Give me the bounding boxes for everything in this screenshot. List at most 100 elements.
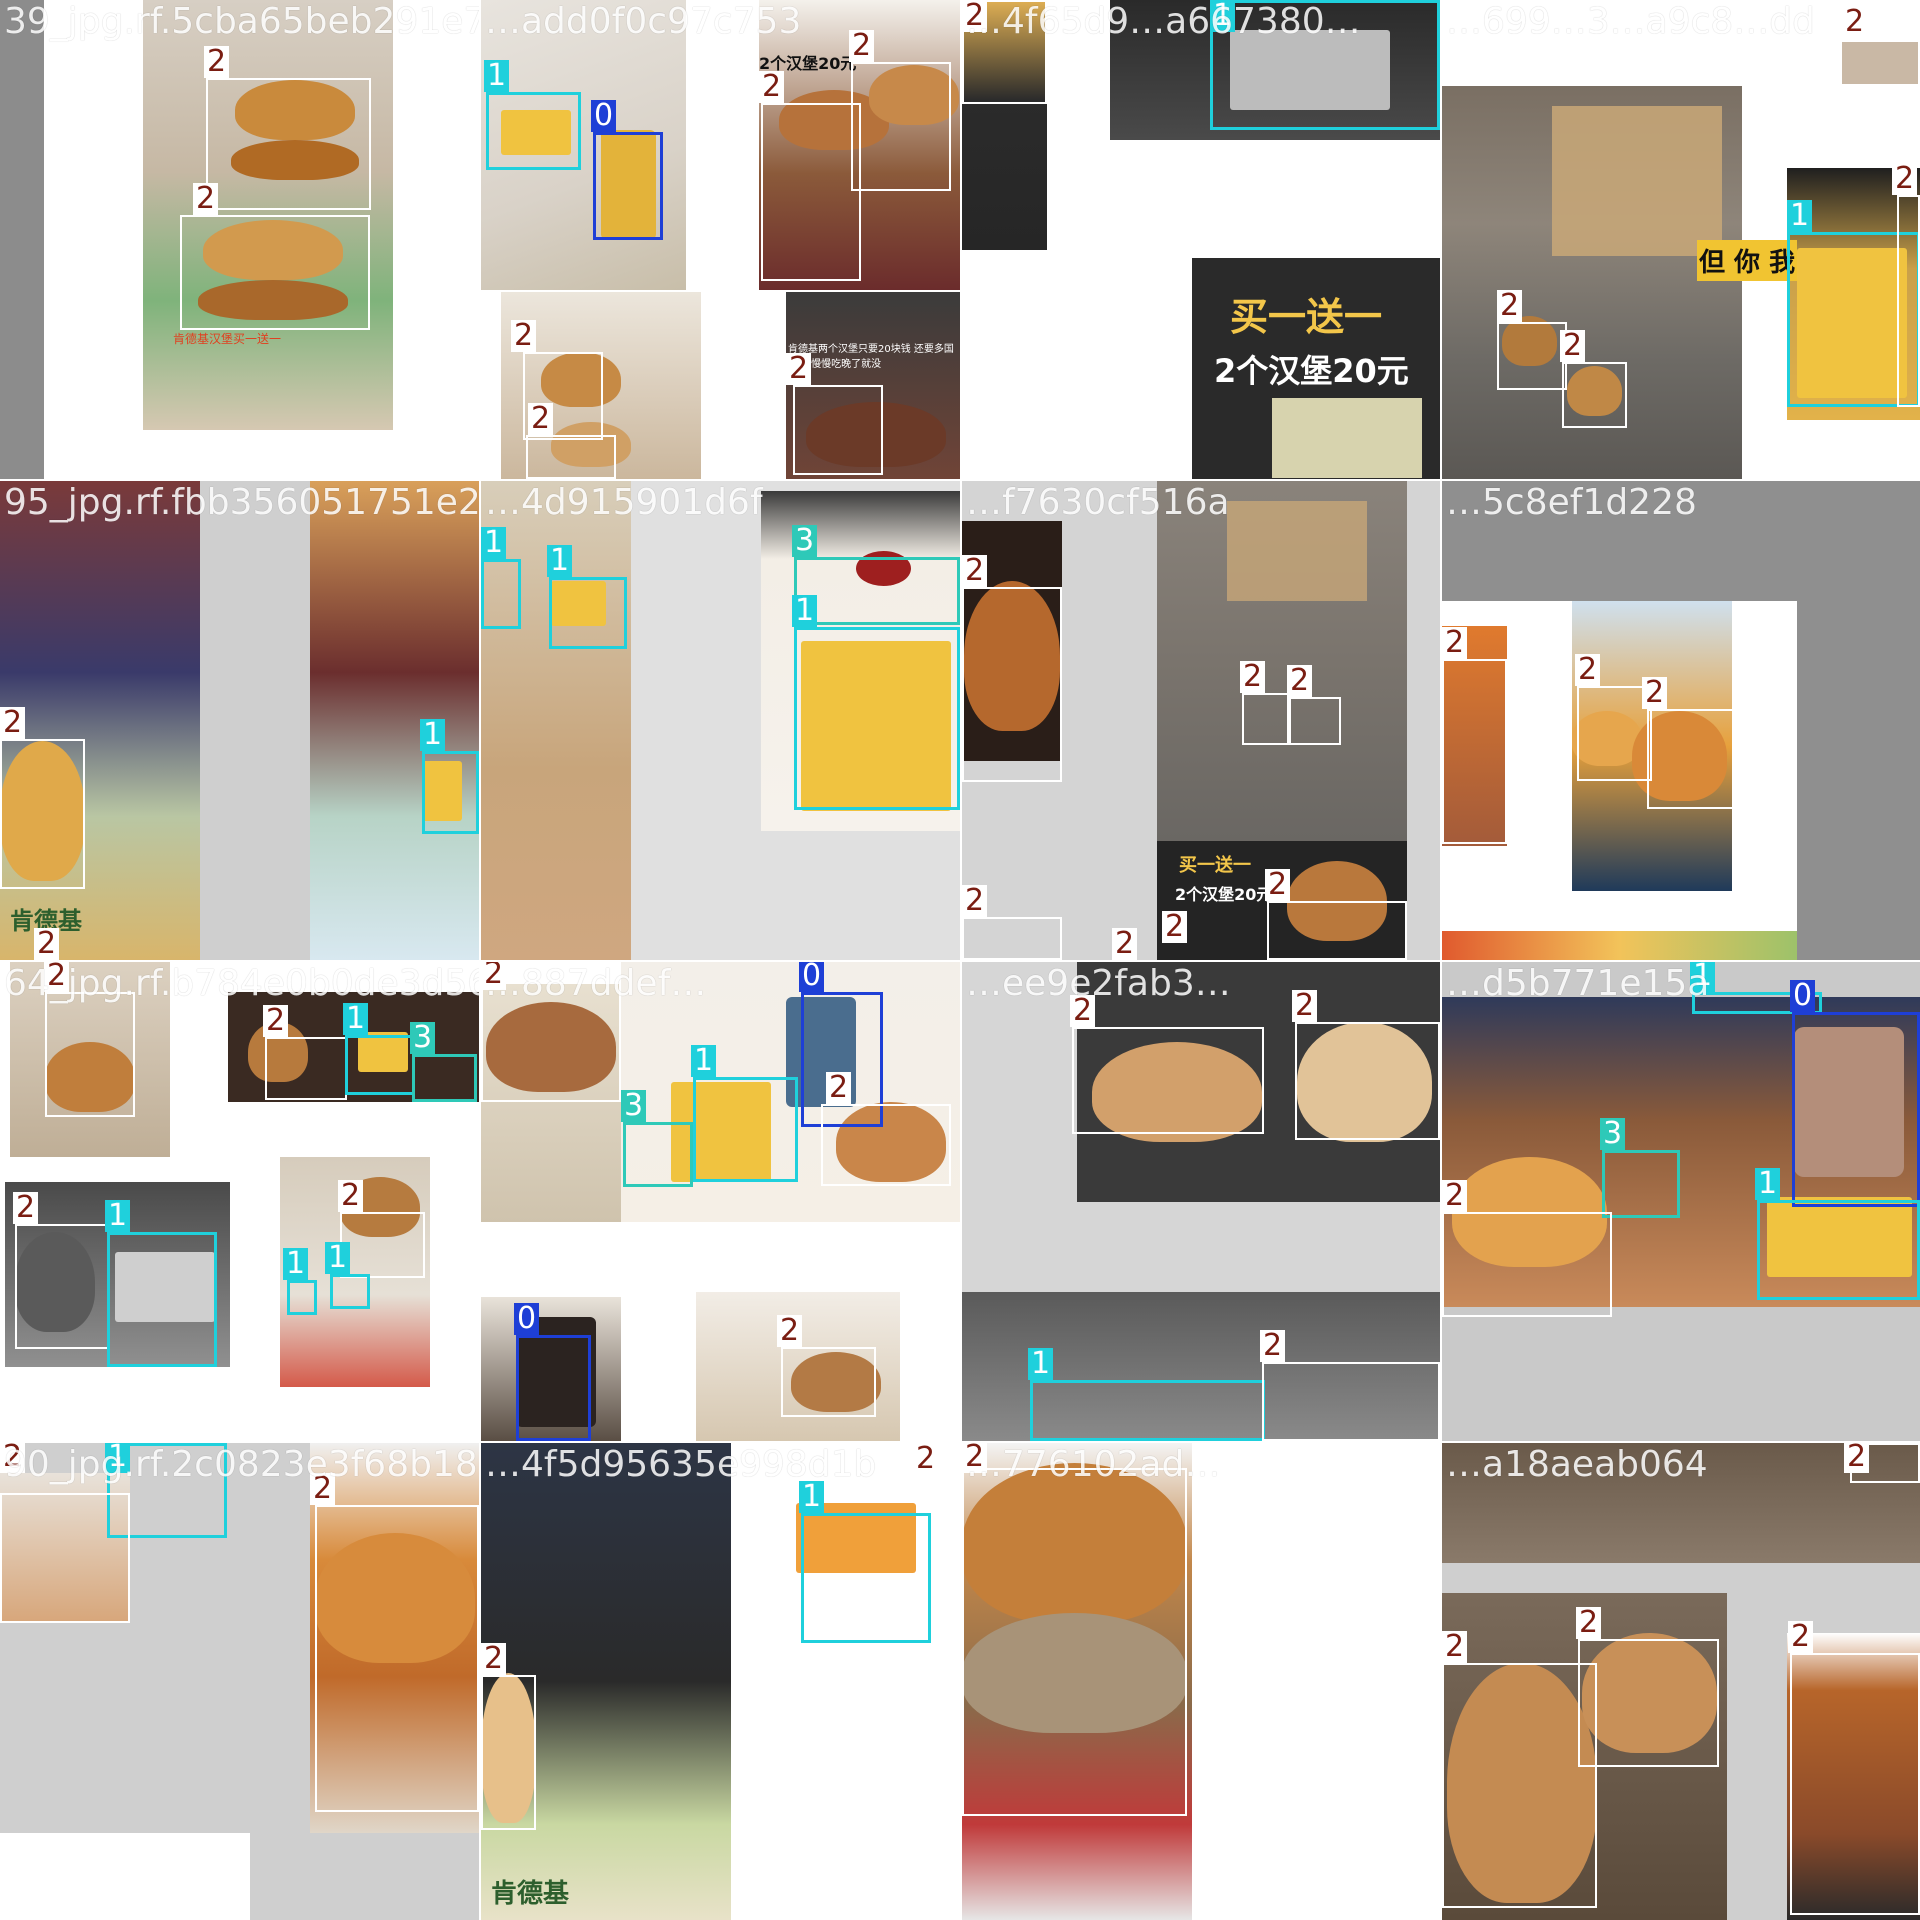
class-label: 3 bbox=[1600, 1118, 1626, 1150]
bbox-fries bbox=[801, 1513, 931, 1643]
tile-10: 0 1 2 3 2 0 2 …887ddef… bbox=[481, 962, 960, 1441]
class-label: 2 bbox=[1260, 1330, 1286, 1362]
tile-filename: 39_jpg.rf.5cba65beb291e72 bbox=[4, 1, 479, 42]
bbox-fries bbox=[693, 1077, 798, 1182]
bbox-burger bbox=[962, 917, 1062, 960]
tile-filename: 95_jpg.rf.fbb356051751e232 bbox=[4, 482, 479, 523]
class-label: 2 bbox=[528, 403, 554, 435]
bbox-burger bbox=[781, 1347, 876, 1417]
bbox-burger bbox=[761, 103, 861, 281]
photo-shop bbox=[1157, 481, 1407, 841]
bbox-burger bbox=[526, 435, 616, 479]
bbox-fries bbox=[481, 559, 521, 629]
class-label: 1 bbox=[481, 527, 507, 559]
bbox-fries bbox=[287, 1280, 317, 1315]
class-label: 1 bbox=[1755, 1168, 1781, 1200]
class-label: 0 bbox=[591, 100, 617, 132]
bbox-sauce bbox=[623, 1122, 693, 1187]
class-label: 2 bbox=[263, 1005, 289, 1037]
tile-15: 2 …776102ad… bbox=[962, 1443, 1440, 1920]
sign-line-1: 买一送一 bbox=[1179, 855, 1251, 876]
photo-promo: 买一送一 2个汉堡20元 bbox=[1192, 258, 1440, 479]
bbox-burger bbox=[1840, 40, 1920, 86]
bbox-cup bbox=[1792, 1012, 1920, 1207]
class-label: 2 bbox=[1560, 330, 1586, 362]
bbox-burger bbox=[180, 215, 370, 330]
class-label: 2 bbox=[962, 555, 988, 587]
class-label: 2 bbox=[962, 885, 988, 917]
class-label: 2 bbox=[1576, 1607, 1602, 1639]
class-label: 2 bbox=[1497, 290, 1523, 322]
wall-sign bbox=[1227, 501, 1367, 601]
bbox-burger bbox=[1242, 693, 1289, 745]
class-label: 1 bbox=[325, 1242, 351, 1274]
class-label: 0 bbox=[799, 962, 825, 992]
class-label: 1 bbox=[1028, 1348, 1054, 1380]
class-label: 1 bbox=[343, 1003, 369, 1035]
tile-7: 买一送一 2个汉堡20元 2 2 2 2 2 2 2 …f7630cf516a bbox=[962, 481, 1440, 960]
class-label: 1 bbox=[1787, 200, 1813, 232]
class-label: 3 bbox=[410, 1022, 436, 1054]
bbox-burger bbox=[340, 1212, 425, 1278]
sign-line-2: 2个汉堡20元 bbox=[1175, 885, 1273, 904]
bbox-fries bbox=[486, 92, 581, 170]
class-label: 1 bbox=[691, 1045, 717, 1077]
bbox-burger bbox=[1289, 697, 1341, 745]
bbox-burger bbox=[962, 1468, 1187, 1816]
promo-line-2: 2个汉堡20元 bbox=[1214, 352, 1409, 390]
class-label: 2 bbox=[13, 1192, 39, 1224]
mosaic-grid: 肯德基汉堡买一送一 2 2 39_jpg.rf.5cba65beb291e72 … bbox=[0, 0, 1920, 1920]
tile-filename: …d5b771e15a bbox=[1446, 963, 1710, 1004]
tile-filename: …4f5d95635e998d1b bbox=[485, 1444, 877, 1485]
class-label: 2 bbox=[204, 46, 230, 78]
class-label: 2 bbox=[481, 1643, 507, 1675]
bbox-fries bbox=[107, 1232, 217, 1367]
bbox-cup bbox=[593, 132, 663, 240]
bbox-burger bbox=[962, 587, 1062, 782]
class-label: 1 bbox=[547, 545, 573, 577]
tile-filename: …ee9e2fab3… bbox=[966, 963, 1231, 1004]
bbox-fries bbox=[1757, 1200, 1920, 1300]
class-label: 1 bbox=[283, 1248, 309, 1280]
class-label: 2 bbox=[193, 183, 219, 215]
tile-filename: …699…3…a9c8…dd bbox=[1446, 1, 1815, 42]
tile-filename: …4f65d9…a667380… bbox=[966, 1, 1361, 42]
wall-sign bbox=[1552, 106, 1722, 256]
class-label: 2 bbox=[777, 1315, 803, 1347]
bbox-burger bbox=[0, 739, 85, 889]
class-label: 2 bbox=[1442, 627, 1468, 659]
tray-caption: 肯德基 bbox=[491, 1879, 570, 1909]
class-label: 2 bbox=[1844, 1443, 1870, 1473]
class-label: 2 bbox=[913, 1443, 939, 1475]
tile-filename: …5c8ef1d228 bbox=[1446, 482, 1697, 523]
side-sign: 但 你 我 bbox=[1697, 240, 1798, 281]
class-label: 2 bbox=[1442, 1180, 1468, 1212]
bbox-fries bbox=[549, 577, 627, 649]
tray-caption: 肯德基汉堡买一送一 bbox=[173, 332, 282, 346]
tile-8: 2 2 2 …5c8ef1d228 bbox=[1442, 481, 1920, 960]
tile-6: 1 1 3 1 …4d915901d6f bbox=[481, 481, 960, 960]
tile-filename: …a18aeab064 bbox=[1446, 1444, 1708, 1485]
side-caption: 肯德基两个汉堡只要20块钱 还要多国人 你慢慢吃晚了就没 bbox=[788, 344, 954, 370]
bbox-burger bbox=[1442, 1212, 1612, 1317]
bbox-sauce bbox=[1602, 1150, 1680, 1218]
class-label: 2 bbox=[0, 707, 26, 739]
bbox-burger bbox=[1790, 1653, 1920, 1915]
gray-pad bbox=[0, 0, 44, 479]
class-label: 2 bbox=[34, 928, 60, 960]
bbox-fries bbox=[345, 1035, 415, 1095]
photo-right bbox=[310, 481, 479, 960]
promo-bg-card bbox=[1272, 398, 1422, 478]
bbox-burger bbox=[1562, 362, 1627, 428]
bbox-burger bbox=[821, 1104, 951, 1186]
tile-5: 肯德基 2 1 2 95_jpg.rf.fbb356051751e232 bbox=[0, 481, 479, 960]
class-label: 3 bbox=[621, 1090, 647, 1122]
bbox-fries bbox=[794, 627, 960, 810]
bbox-burger bbox=[45, 992, 135, 1117]
class-label: 2 bbox=[1240, 661, 1266, 693]
bbox-burger bbox=[1442, 659, 1507, 844]
bbox-burger bbox=[1072, 1027, 1264, 1134]
class-label: 2 bbox=[1788, 1621, 1814, 1653]
tile-1: 肯德基汉堡买一送一 2 2 39_jpg.rf.5cba65beb291e72 bbox=[0, 0, 479, 479]
bbox-burger bbox=[0, 1493, 130, 1623]
